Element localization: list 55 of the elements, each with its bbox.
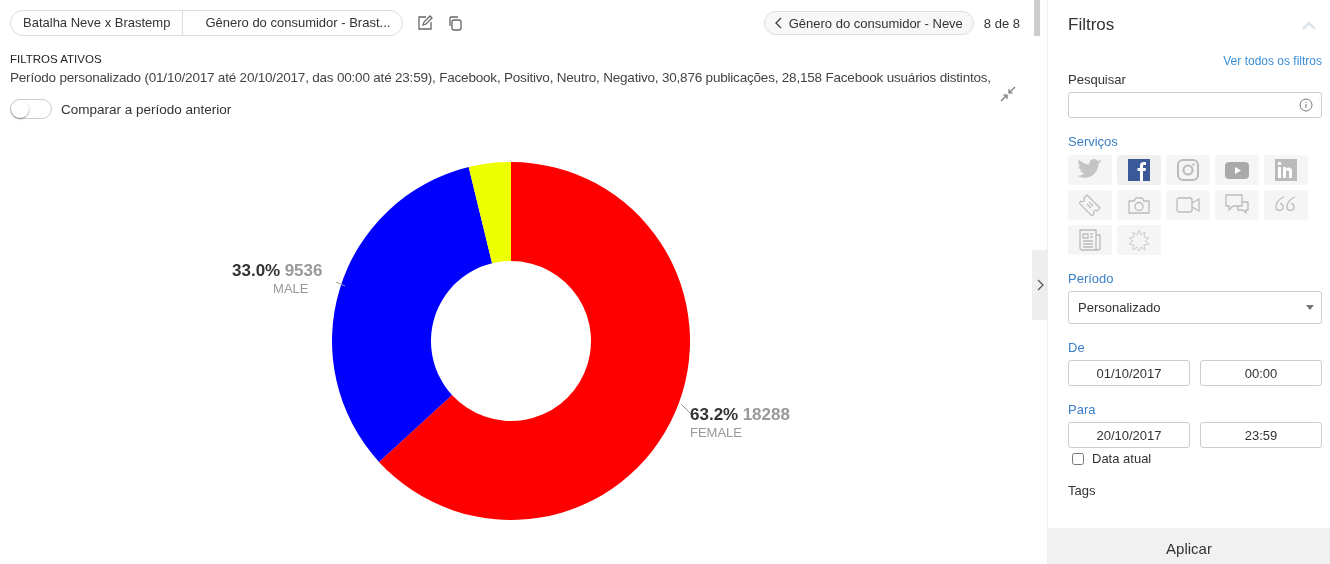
f-logo-icon: [1128, 159, 1150, 181]
search-label: Pesquisar: [1068, 72, 1127, 87]
breadcrumb-item[interactable]: Gênero do consumidor - Brast...: [182, 11, 403, 35]
edit-icon[interactable]: [417, 15, 434, 31]
quote-icon: [1275, 196, 1297, 214]
active-filters-text: Período personalizado (01/10/2017 até 20/10/2017, das 00:00 até 23:59), Facebook, Positivo, Neutro, Negativo, 30,876 publicações, 28,158 Facebook usuários distintos,: [10, 70, 991, 85]
category-label: MALE: [272, 281, 309, 296]
tags-label: Tags: [1068, 483, 1097, 498]
apply-button[interactable]: Aplicar: [1048, 528, 1330, 564]
to-time-field[interactable]: 23:59: [1200, 422, 1322, 448]
collapse-chevron-icon[interactable]: [1302, 20, 1316, 30]
compare-label: Comparar a período anterior: [61, 101, 232, 117]
copy-icon[interactable]: [447, 15, 464, 31]
newspaper-icon: [1079, 229, 1101, 251]
percent-label: 63.2%: [690, 405, 739, 424]
current-date-checkbox[interactable]: [1072, 452, 1084, 465]
from-time-field[interactable]: 00:00: [1200, 360, 1322, 386]
count-label: 9536: [284, 261, 323, 280]
caret-icon: [1306, 305, 1314, 310]
from-date-field[interactable]: 01/10/2017: [1068, 360, 1190, 386]
info-icon[interactable]: [1299, 98, 1313, 112]
camera-icon: [1128, 196, 1150, 214]
chevron-right-icon: [1035, 279, 1044, 291]
search-field[interactable]: [1068, 92, 1322, 118]
all-filters-link[interactable]: Ver todos os filtros: [1223, 54, 1322, 68]
ticket-icon: [1079, 194, 1101, 216]
scrollbar-thumb[interactable]: [1034, 0, 1040, 36]
previous-button[interactable]: Gênero do consumidor - Neve: [763, 11, 974, 35]
leader-line: [336, 281, 346, 287]
play-icon: [1225, 161, 1249, 179]
breadcrumb-item[interactable]: Batalha Neve x Brastemp: [11, 11, 183, 35]
to-label: Para: [1068, 402, 1097, 417]
percent-label: 33.0%: [232, 261, 281, 280]
services-label: Serviços: [1068, 134, 1119, 149]
count-label: 18288: [742, 405, 790, 424]
camera-outline-icon: [1177, 159, 1199, 181]
to-date-field[interactable]: 20/10/2017: [1068, 422, 1190, 448]
current-date-label: Data atual: [1092, 451, 1152, 466]
active-filters-title: FILTROS ATIVOS: [10, 53, 103, 65]
expand-handle[interactable]: [1032, 250, 1047, 320]
video-camera-icon: [1176, 197, 1200, 213]
period-label: Período: [1068, 271, 1115, 286]
in-logo-icon: [1275, 159, 1297, 181]
filters-title: Filtros: [1068, 15, 1115, 35]
collapse-icon[interactable]: [1000, 86, 1016, 102]
burst-icon: [1128, 229, 1150, 251]
from-label: De: [1068, 340, 1086, 355]
bird-icon: [1077, 159, 1103, 181]
period-select[interactable]: Personalizado: [1068, 291, 1322, 324]
chat-bubbles-icon: [1225, 194, 1249, 216]
compare-toggle[interactable]: [10, 99, 52, 119]
service-button[interactable]: [1117, 155, 1161, 185]
chevron-left-icon: [774, 17, 783, 29]
category-label: FEMALE: [690, 425, 743, 440]
page-position: 8 de 8: [983, 15, 1020, 31]
